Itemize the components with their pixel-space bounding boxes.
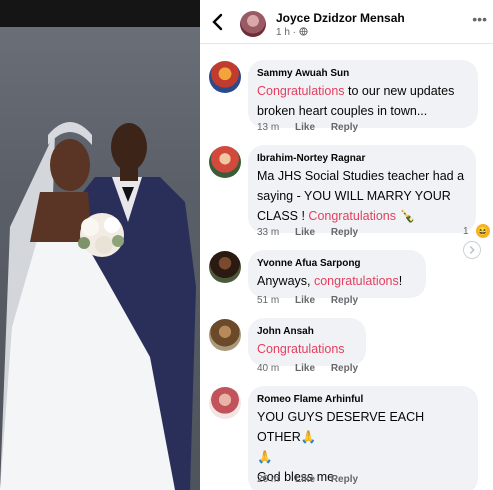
commenter-avatar[interactable] <box>209 387 241 419</box>
poster-name[interactable]: Joyce Dzidzor Mensah <box>276 11 405 25</box>
like-button[interactable]: Like <box>295 363 315 374</box>
comment-highlight[interactable]: Congratulations <box>257 342 345 356</box>
comment-meta: 33 m Like Reply <box>257 227 371 238</box>
haha-reaction-icon[interactable]: 😆 <box>476 224 490 238</box>
wedding-photo <box>0 27 200 490</box>
comment-author[interactable]: John Ansah <box>257 325 356 339</box>
like-button[interactable]: Like <box>295 474 315 485</box>
like-button[interactable]: Like <box>295 227 315 238</box>
comment-author[interactable]: Yvonne Afua Sarpong <box>257 257 416 271</box>
comment-highlight[interactable]: congratulations <box>314 274 399 288</box>
commenter-avatar[interactable] <box>209 61 241 93</box>
commenter-avatar[interactable] <box>209 251 241 283</box>
reaction-count[interactable]: 1 <box>463 226 469 237</box>
chevron-right-icon[interactable] <box>463 241 481 259</box>
post-timestamp: 1 h · <box>276 27 308 38</box>
wedding-photo-panel <box>0 0 200 490</box>
comment-text-pre: Anyways, <box>257 274 314 288</box>
reply-button[interactable]: Reply <box>331 474 358 485</box>
globe-icon <box>299 27 308 36</box>
reply-button[interactable]: Reply <box>331 363 358 374</box>
comment-text-post: ! <box>398 274 403 288</box>
comment-text: Anyways, congratulations! <box>257 271 416 291</box>
comment-highlight[interactable]: Congratulations <box>257 84 345 98</box>
poster-avatar[interactable] <box>240 11 266 37</box>
comment-bubble: Yvonne Afua Sarpong Anyways, congratulat… <box>248 250 426 298</box>
comment-text-post: 🍾 <box>395 209 416 223</box>
reply-button[interactable]: Reply <box>331 122 358 133</box>
comment-meta: 26 m Like Reply <box>257 474 371 485</box>
comment-meta: 51 m Like Reply <box>257 295 371 306</box>
comment-time: 33 m <box>257 227 280 238</box>
comment-author[interactable]: Ibrahim-Nortey Ragnar <box>257 152 466 166</box>
like-button[interactable]: Like <box>295 122 315 133</box>
commenter-avatar[interactable] <box>209 319 241 351</box>
post-time-text: 1 h · <box>276 27 299 38</box>
comment-bubble: John Ansah Congratulations <box>248 318 366 366</box>
comment-author[interactable]: Romeo Flame Arhinful <box>257 393 468 407</box>
comment-text-line: YOU GUYS DESERVE EACH OTHER🙏 <box>257 410 425 444</box>
comment-meta: 13 m Like Reply <box>257 122 371 133</box>
more-options-icon[interactable]: ••• <box>472 11 487 27</box>
like-button[interactable]: Like <box>295 295 315 306</box>
post-header: Joyce Dzidzor Mensah 1 h · ••• <box>200 0 493 44</box>
reply-button[interactable]: Reply <box>331 295 358 306</box>
comment-meta: 40 m Like Reply <box>257 363 371 374</box>
comment-time: 51 m <box>257 295 280 306</box>
comment-time: 26 m <box>257 474 280 485</box>
comment-author[interactable]: Sammy Awuah Sun <box>257 67 468 81</box>
photo-top-bar <box>0 0 200 27</box>
comment-bubble: Ibrahim-Nortey Ragnar Ma JHS Social Stud… <box>248 145 476 233</box>
comment-highlight[interactable]: Congratulations <box>308 209 396 223</box>
comment-time: 13 m <box>257 122 280 133</box>
comment-time: 40 m <box>257 363 280 374</box>
comment-bubble: Sammy Awuah Sun Congratulations to our n… <box>248 60 478 128</box>
comment-text: Congratulations to our new updates broke… <box>257 81 468 121</box>
reply-button[interactable]: Reply <box>331 227 358 238</box>
comment-text: Congratulations <box>257 339 356 359</box>
comments-panel: Joyce Dzidzor Mensah 1 h · ••• Sammy Awu… <box>200 0 493 490</box>
comment-text-line: 🙏 <box>257 450 273 464</box>
back-arrow-icon[interactable] <box>210 13 224 31</box>
wedding-photo-illustration <box>0 122 196 490</box>
comment-text: Ma JHS Social Studies teacher had a sayi… <box>257 166 466 226</box>
commenter-avatar[interactable] <box>209 146 241 178</box>
